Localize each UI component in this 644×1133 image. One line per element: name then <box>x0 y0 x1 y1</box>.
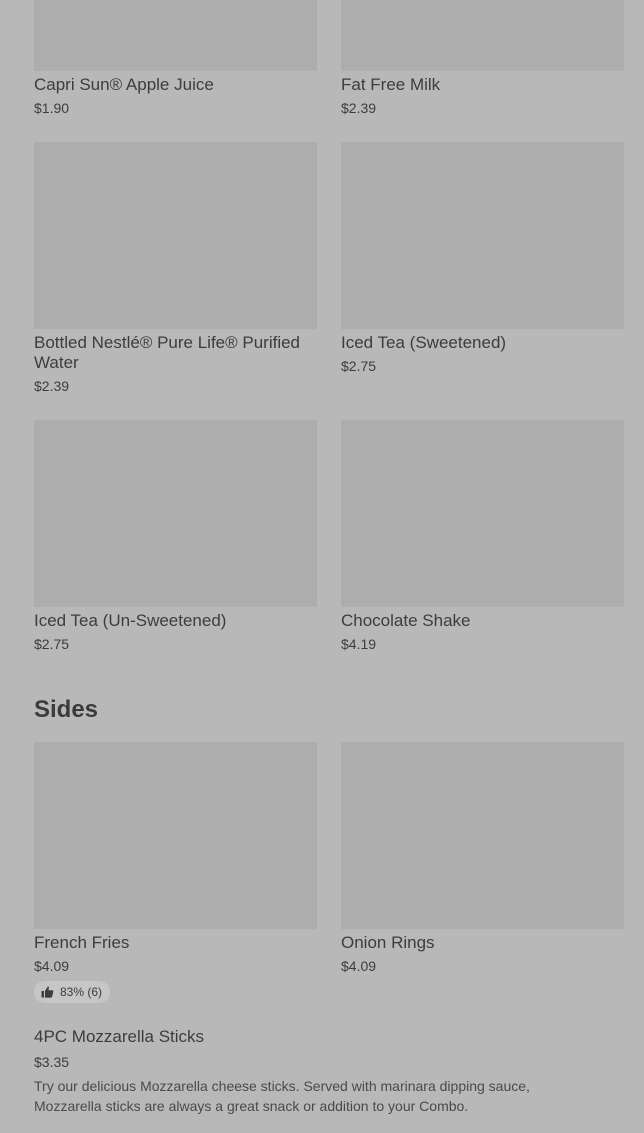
section-title-sides: Sides <box>34 696 99 723</box>
item-image-fat-free-milk[interactable] <box>341 0 624 71</box>
item-name[interactable]: Onion Rings <box>341 933 435 953</box>
item-price: $4.19 <box>341 636 377 652</box>
rating-badge: 83% (6) <box>34 981 111 1003</box>
item-name[interactable]: French Fries <box>34 933 129 953</box>
item-price: $3.35 <box>34 1054 70 1070</box>
item-name[interactable]: Iced Tea (Sweetened) <box>341 333 506 353</box>
item-image-onion-rings[interactable] <box>341 742 624 929</box>
item-price: $4.09 <box>34 958 70 974</box>
item-price: $2.75 <box>34 636 70 652</box>
item-name[interactable]: Chocolate Shake <box>341 611 470 631</box>
item-name[interactable]: Fat Free Milk <box>341 75 440 95</box>
item-price: $4.09 <box>341 958 377 974</box>
item-image-iced-tea-sweetened[interactable] <box>341 142 624 329</box>
rating-text: 83% (6) <box>60 985 103 999</box>
item-price: $2.75 <box>341 358 377 374</box>
item-image-bottled-water[interactable] <box>34 142 317 329</box>
item-name-mozzarella-sticks[interactable]: 4PC Mozzarella Sticks <box>34 1027 204 1047</box>
item-image-capri-sun[interactable] <box>34 0 317 71</box>
thumbs-up-icon <box>41 986 54 998</box>
item-price: $2.39 <box>341 100 377 116</box>
item-price: $1.90 <box>34 100 70 116</box>
item-name[interactable]: Capri Sun® Apple Juice <box>34 75 214 95</box>
item-name[interactable]: Iced Tea (Un-Sweetened) <box>34 611 226 631</box>
item-image-chocolate-shake[interactable] <box>341 420 624 607</box>
item-image-french-fries[interactable] <box>34 742 317 929</box>
item-price: $2.39 <box>34 378 70 394</box>
item-name[interactable]: Bottled Nestlé® Pure Life® Purified Wate… <box>34 333 317 373</box>
item-image-iced-tea-unsweetened[interactable] <box>34 420 317 607</box>
item-description: Try our delicious Mozzarella cheese stic… <box>34 1078 530 1114</box>
